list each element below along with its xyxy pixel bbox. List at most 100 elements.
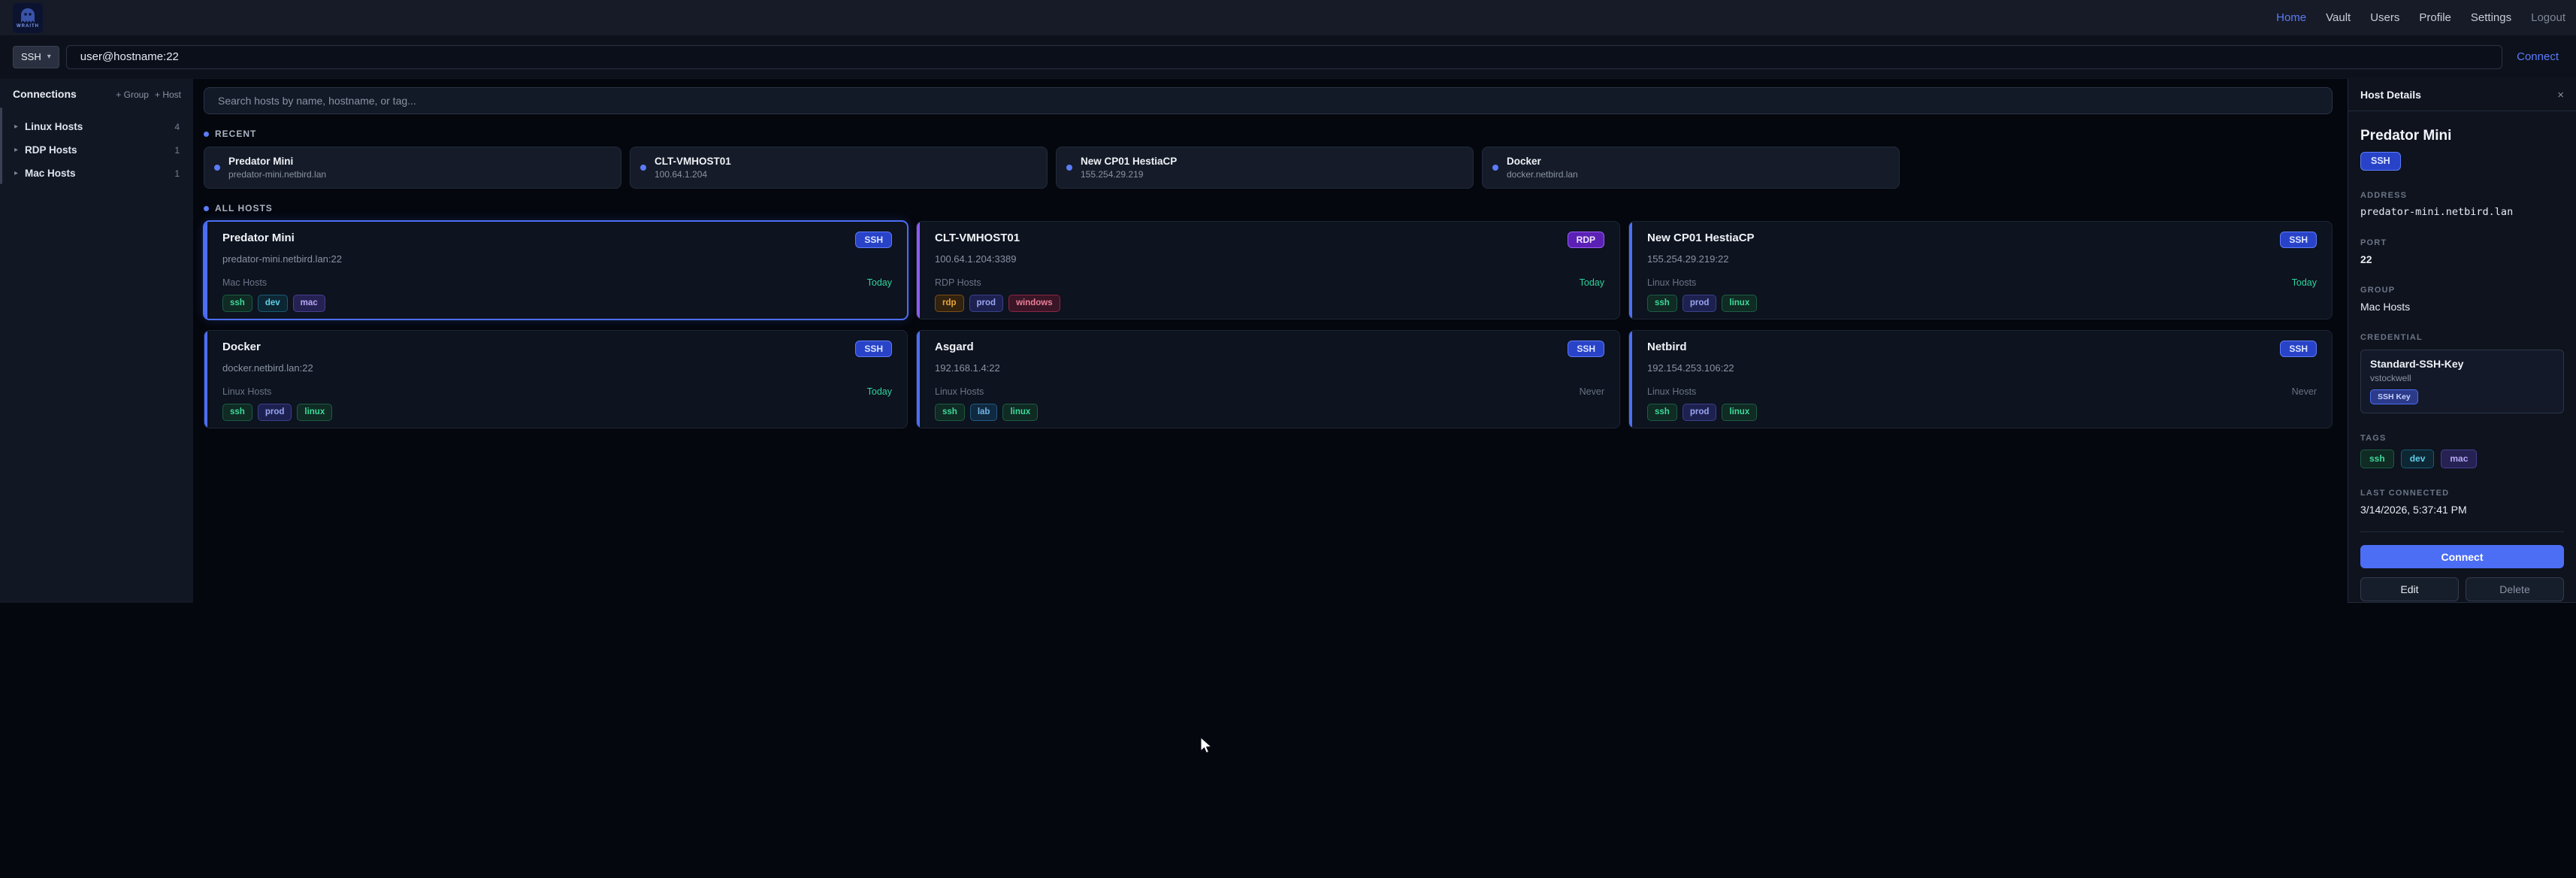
- recent-host-address: docker.netbird.lan: [1507, 169, 1578, 180]
- host-meta-row: Linux Hosts Today: [222, 386, 892, 397]
- panel-header: Host Details ×: [2348, 79, 2576, 111]
- nav-link-profile[interactable]: Profile: [2419, 11, 2451, 24]
- logo-wordmark: WRAITH: [17, 24, 39, 29]
- recent-host-address: predator-mini.netbird.lan: [228, 169, 326, 180]
- delete-button[interactable]: Delete: [2466, 577, 2564, 601]
- credential-username: vstockwell: [2370, 373, 2554, 383]
- hosts-main: RECENT Predator Mini predator-mini.netbi…: [193, 79, 2348, 603]
- online-dot-icon: [214, 165, 220, 171]
- caret-right-icon[interactable]: ▸: [14, 169, 18, 177]
- nav-link-users[interactable]: Users: [2370, 11, 2399, 24]
- protocol-badge: SSH: [2360, 152, 2401, 171]
- sidebar-item-mac-hosts[interactable]: ▸ Mac Hosts 1: [13, 162, 181, 185]
- last-connected-value: 3/14/2026, 5:37:41 PM: [2360, 504, 2564, 516]
- host-card-header: Netbird SSH: [1647, 341, 2317, 357]
- edit-button[interactable]: Edit: [2360, 577, 2459, 601]
- detail-host-name: Predator Mini: [2360, 128, 2564, 144]
- nav-link-settings[interactable]: Settings: [2471, 11, 2511, 24]
- tag: prod: [969, 295, 1004, 312]
- close-icon[interactable]: ×: [2557, 89, 2564, 101]
- host-card-predator-mini[interactable]: Predator Mini SSH predator-mini.netbird.…: [204, 221, 908, 319]
- add-group-button[interactable]: + Group: [116, 89, 149, 100]
- sidebar-item-rdp-hosts[interactable]: ▸ RDP Hosts 1: [13, 138, 181, 162]
- group-value: Mac Hosts: [2360, 301, 2564, 313]
- protocol-badge: SSH: [855, 341, 892, 357]
- all-hosts-section-header: ALL HOSTS: [204, 203, 2333, 213]
- host-tags: ssh dev mac: [222, 295, 892, 312]
- host-address: 192.154.253.106:22: [1647, 362, 2317, 374]
- recent-host-address: 155.254.29.219: [1081, 169, 1177, 180]
- caret-right-icon[interactable]: ▸: [14, 123, 18, 131]
- host-name: Predator Mini: [222, 232, 295, 244]
- online-dot-icon: [640, 165, 646, 171]
- credential-card[interactable]: Standard-SSH-Key vstockwell SSH Key: [2360, 350, 2564, 413]
- app-logo[interactable]: WRAITH: [13, 3, 43, 33]
- address-value: predator-mini.netbird.lan: [2360, 206, 2564, 218]
- recent-host-address: 100.64.1.204: [655, 169, 731, 180]
- hosts-grid: Predator Mini SSH predator-mini.netbird.…: [204, 221, 2333, 428]
- recent-hosts-row: Predator Mini predator-mini.netbird.lan …: [204, 147, 2333, 189]
- nav-link-logout[interactable]: Logout: [2531, 11, 2565, 24]
- host-tags: ssh lab linux: [935, 404, 1604, 421]
- sidebar-item-linux-hosts[interactable]: ▸ Linux Hosts 4: [13, 115, 181, 138]
- recent-card-text: Predator Mini predator-mini.netbird.lan: [228, 156, 326, 180]
- section-dot-icon: [204, 206, 209, 211]
- recent-card-clt-vmhost01[interactable]: CLT-VMHOST01 100.64.1.204: [630, 147, 1048, 189]
- host-group: Linux Hosts: [1647, 277, 1696, 288]
- tag: windows: [1008, 295, 1060, 312]
- host-card-docker[interactable]: Docker SSH docker.netbird.lan:22 Linux H…: [204, 330, 908, 428]
- sidebar-header: Connections + Group + Host: [13, 88, 181, 100]
- host-meta-row: Mac Hosts Today: [222, 277, 892, 288]
- host-card-new-cp01-hestiacp[interactable]: New CP01 HestiaCP SSH 155.254.29.219:22 …: [1628, 221, 2333, 319]
- tag: rdp: [935, 295, 964, 312]
- host-tags: rdp prod windows: [935, 295, 1604, 312]
- host-card-header: Docker SSH: [222, 341, 892, 357]
- group-label: Linux Hosts: [25, 121, 83, 132]
- search-input[interactable]: [204, 87, 2333, 114]
- connection-string-input[interactable]: [66, 45, 2502, 69]
- host-card-asgard[interactable]: Asgard SSH 192.168.1.4:22 Linux Hosts Ne…: [916, 330, 1620, 428]
- sidebar-scrollbar[interactable]: [0, 107, 2, 184]
- tag: ssh: [2360, 450, 2394, 469]
- recent-card-predator-mini[interactable]: Predator Mini predator-mini.netbird.lan: [204, 147, 621, 189]
- host-card-header: Asgard SSH: [935, 341, 1604, 357]
- port-label: PORT: [2360, 238, 2564, 247]
- sidebar-title: Connections: [13, 88, 77, 100]
- host-last-connected: Today: [1580, 277, 1604, 288]
- group-list: ▸ Linux Hosts 4 ▸ RDP Hosts 1 ▸ Mac Host…: [13, 115, 181, 185]
- group-count: 1: [174, 168, 180, 179]
- nav-link-vault[interactable]: Vault: [2326, 11, 2351, 24]
- host-card-clt-vmhost01[interactable]: CLT-VMHOST01 RDP 100.64.1.204:3389 RDP H…: [916, 221, 1620, 319]
- credential-label: CREDENTIAL: [2360, 333, 2564, 342]
- recent-card-new-cp01-hestiacp[interactable]: New CP01 HestiaCP 155.254.29.219: [1056, 147, 1474, 189]
- host-meta-row: Linux Hosts Today: [1647, 277, 2317, 288]
- tag: ssh: [222, 404, 252, 421]
- caret-right-icon[interactable]: ▸: [14, 146, 18, 154]
- sidebar-actions: + Group + Host: [116, 89, 181, 100]
- connect-button[interactable]: Connect: [2360, 545, 2564, 568]
- host-name: Docker: [222, 341, 261, 353]
- host-last-connected: Never: [2292, 386, 2317, 397]
- protocol-badge: RDP: [1568, 232, 1604, 248]
- last-connected-label: LAST CONNECTED: [2360, 489, 2564, 498]
- protocol-select[interactable]: SSH ▾: [13, 46, 59, 68]
- panel-actions: Edit Delete: [2360, 577, 2564, 601]
- top-bar: WRAITH Home Vault Users Profile Settings…: [0, 0, 2576, 35]
- group-count: 4: [174, 122, 180, 132]
- host-group: Linux Hosts: [222, 386, 271, 397]
- quick-connect-button[interactable]: Connect: [2517, 50, 2559, 63]
- host-name: New CP01 HestiaCP: [1647, 232, 1755, 244]
- content-row: Connections + Group + Host ▸ Linux Hosts…: [0, 79, 2576, 603]
- host-meta-row: RDP Hosts Today: [935, 277, 1604, 288]
- host-card-netbird[interactable]: Netbird SSH 192.154.253.106:22 Linux Hos…: [1628, 330, 2333, 428]
- host-last-connected: Today: [867, 386, 892, 397]
- protocol-select-value: SSH: [21, 51, 41, 62]
- panel-divider: [2360, 531, 2564, 532]
- quick-connect-toolbar: SSH ▾ Connect: [0, 35, 2576, 79]
- recent-card-docker[interactable]: Docker docker.netbird.lan: [1482, 147, 1900, 189]
- nav-link-home[interactable]: Home: [2276, 11, 2306, 24]
- add-host-button[interactable]: + Host: [155, 89, 181, 100]
- host-tags: ssh prod linux: [1647, 295, 2317, 312]
- detail-tags: ssh dev mac: [2360, 450, 2564, 469]
- recent-host-name: Predator Mini: [228, 156, 326, 167]
